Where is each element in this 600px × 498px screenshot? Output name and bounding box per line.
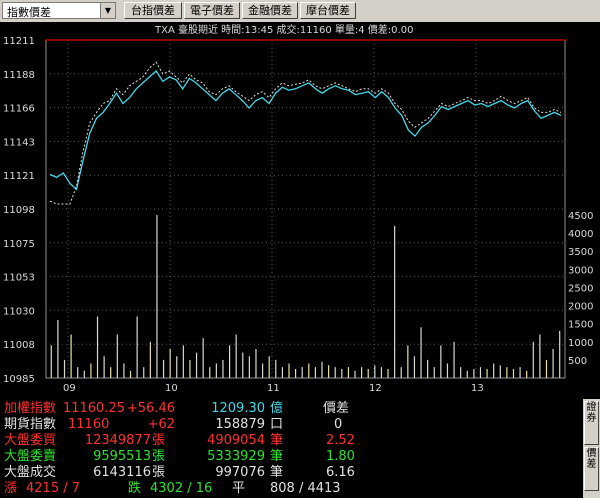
index-price-line bbox=[49, 61, 562, 205]
stats-row-futures: 期貨指數 11160 +62 158879 口 0 bbox=[0, 417, 580, 433]
price-tick-label: 11008 bbox=[3, 340, 35, 351]
stat-amount: 997076 bbox=[215, 465, 265, 480]
stat-unit: 張 bbox=[152, 449, 166, 464]
intraday-chart: TXA 臺股期近 時間:13:45 成交:11160 單量:4 價差:0.00 … bbox=[0, 22, 600, 398]
msci-spread-button[interactable]: 摩台價差 bbox=[300, 2, 356, 19]
volume-axis-labels: 4500 4000 3500 3000 2500 2000 1500 1000 500 bbox=[568, 211, 593, 367]
volume-tick-label: 3000 bbox=[568, 265, 593, 276]
stat-amount: 1209.30 bbox=[211, 401, 265, 416]
stat-unit: 筆 bbox=[270, 465, 284, 480]
quote-info-line: TXA 臺股期近 時間:13:45 成交:11160 單量:4 價差:0.00 bbox=[154, 23, 413, 36]
volume-tick-label: 2000 bbox=[568, 302, 593, 313]
volume-tick-label: 3500 bbox=[568, 247, 593, 258]
price-tick-label: 11188 bbox=[3, 70, 35, 81]
time-tick-label: 11 bbox=[267, 383, 280, 394]
stat-unit: 口 bbox=[270, 417, 284, 432]
stat-label: 加權指數 bbox=[4, 401, 57, 416]
stats-row-ask: 大盤委賣 9595513 張 5333929 筆 1.80 bbox=[0, 449, 580, 465]
stats-row-index: 加權指數 11160.25 +56.46 1209.30 億 價差 bbox=[0, 401, 580, 417]
futures-price-line bbox=[49, 70, 562, 191]
stat-value: 11160 bbox=[68, 417, 110, 432]
price-tick-label: 10985 bbox=[3, 374, 35, 385]
time-axis-labels: 09 10 11 12 13 bbox=[63, 383, 484, 394]
advance-count: 4215 / 7 bbox=[26, 481, 80, 496]
index-select[interactable]: 指數價差 ▼ bbox=[2, 2, 116, 19]
volume-bars bbox=[50, 215, 561, 378]
stat-unit: 筆 bbox=[270, 433, 284, 448]
advance-label: 漲 bbox=[4, 481, 18, 496]
taiex-spread-button[interactable]: 台指價差 bbox=[124, 2, 182, 19]
stat-unit: 張 bbox=[152, 433, 166, 448]
volume-tick-label: 4500 bbox=[568, 211, 593, 222]
toolbar: 指數價差 ▼ 台指價差 電子價差 金融價差 摩台價差 bbox=[0, 0, 600, 22]
stat-unit: 筆 bbox=[270, 449, 284, 464]
price-tick-label: 11030 bbox=[3, 306, 35, 317]
price-lines bbox=[49, 61, 562, 205]
price-tick-label: 11166 bbox=[3, 104, 35, 115]
unchanged-count: 808 / 4413 bbox=[270, 481, 341, 496]
stat-amount: 158879 bbox=[215, 417, 265, 432]
stat-spread: 0 bbox=[334, 417, 343, 432]
index-select-value: 指數價差 bbox=[7, 6, 51, 19]
price-tick-label: 11053 bbox=[3, 273, 35, 284]
time-tick-label: 13 bbox=[471, 383, 484, 394]
stat-amount: 4909054 bbox=[207, 433, 265, 448]
stat-value: 9595513 bbox=[93, 449, 151, 464]
unchanged-label: 平 bbox=[232, 481, 246, 496]
chart-svg: TXA 臺股期近 時間:13:45 成交:11160 單量:4 價差:0.00 … bbox=[3, 23, 593, 394]
decline-label: 跌 bbox=[128, 481, 142, 496]
price-tick-label: 11211 bbox=[3, 36, 35, 47]
stat-value: 6143116 bbox=[93, 465, 151, 480]
market-breadth-row: 漲 4215 / 7 跌 4302 / 16 平 808 / 4413 bbox=[0, 481, 580, 497]
finance-spread-button[interactable]: 金融價差 bbox=[242, 2, 298, 19]
stat-ratio: 6.16 bbox=[326, 465, 355, 480]
tab-securities[interactable]: 證券 bbox=[584, 401, 599, 445]
price-tick-label: 11098 bbox=[3, 205, 35, 216]
chart-frame bbox=[45, 39, 566, 379]
stat-unit: 億 bbox=[270, 401, 284, 416]
stat-value: 11160.25 bbox=[62, 401, 125, 416]
stat-unit: 張 bbox=[152, 465, 166, 480]
stat-label: 大盤委賣 bbox=[4, 449, 57, 464]
stat-label: 期貨指數 bbox=[4, 417, 57, 432]
tab-spread[interactable]: 價差 bbox=[584, 447, 599, 491]
stat-ratio: 1.80 bbox=[326, 449, 355, 464]
decline-count: 4302 / 16 bbox=[150, 481, 213, 496]
time-tick-label: 12 bbox=[369, 383, 382, 394]
volume-tick-label: 4000 bbox=[568, 229, 593, 240]
stat-change: +62 bbox=[147, 417, 175, 432]
chart-grid bbox=[45, 39, 566, 379]
price-axis-labels: 11211 11188 11166 11143 11121 11098 11075 11053… bbox=[3, 36, 35, 385]
stat-label: 大盤委買 bbox=[4, 433, 57, 448]
volume-tick-label: 500 bbox=[568, 356, 587, 367]
stat-label: 大盤成交 bbox=[4, 465, 57, 480]
price-tick-label: 11075 bbox=[3, 239, 35, 250]
volume-tick-label: 1000 bbox=[568, 338, 593, 349]
side-tab-bar: 證券 價差 bbox=[583, 399, 600, 498]
time-tick-label: 09 bbox=[63, 383, 76, 394]
stat-amount: 5333929 bbox=[207, 449, 265, 464]
stats-row-bid: 大盤委買 12349877 張 4909054 筆 2.52 bbox=[0, 433, 580, 449]
volume-tick-label: 2500 bbox=[568, 283, 593, 294]
chevron-down-icon[interactable]: ▼ bbox=[100, 3, 115, 18]
stats-row-volume: 大盤成交 6143116 張 997076 筆 6.16 bbox=[0, 465, 580, 481]
stat-change: +56.46 bbox=[126, 401, 175, 416]
stat-value: 12349877 bbox=[84, 433, 151, 448]
price-tick-label: 11121 bbox=[3, 171, 35, 182]
volume-tick-label: 1500 bbox=[568, 320, 593, 331]
stat-ratio: 2.52 bbox=[326, 433, 355, 448]
stat-spread-label: 價差 bbox=[323, 401, 350, 416]
market-stats-panel: 加權指數 11160.25 +56.46 1209.30 億 價差 期貨指數 1… bbox=[0, 399, 600, 498]
electronic-spread-button[interactable]: 電子價差 bbox=[184, 2, 240, 19]
time-tick-label: 10 bbox=[165, 383, 178, 394]
price-tick-label: 11143 bbox=[3, 137, 35, 148]
